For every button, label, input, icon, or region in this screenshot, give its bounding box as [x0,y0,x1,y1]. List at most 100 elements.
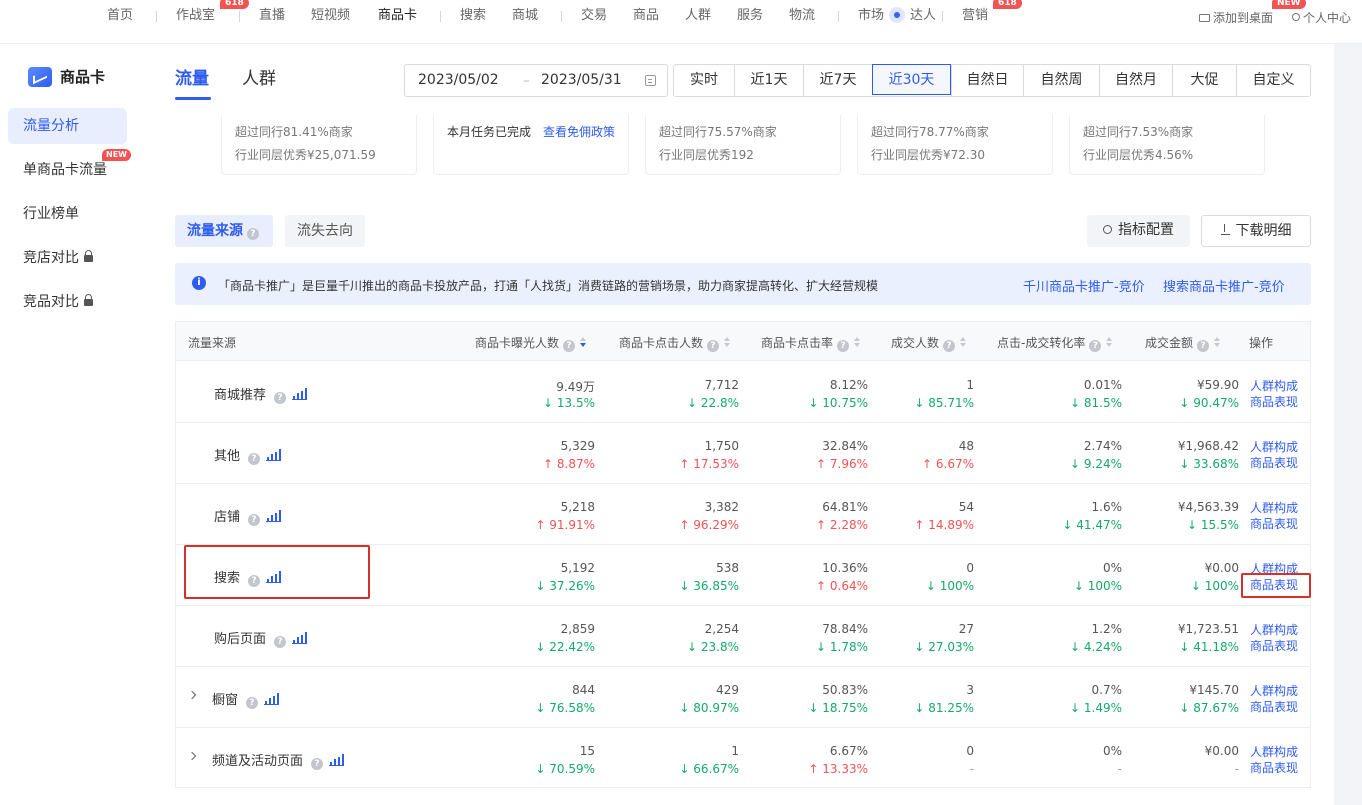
period-selector: 实时 近1天 近7天 近30天 自然日 自然周 自然月 大促 自定义 [673,64,1311,97]
trend-chart-icon[interactable] [292,632,308,644]
period-1day[interactable]: 近1天 [734,65,803,96]
nav-item-market[interactable]: 市场 [858,8,884,24]
help-icon[interactable]: ? [1089,340,1102,352]
sort-icon[interactable] [580,337,587,348]
download-button[interactable]: 下载明细 [1201,215,1311,247]
audience-composition-link[interactable]: 人群构成 [1250,682,1298,699]
subtab-traffic-loss[interactable]: 流失去向 [285,215,365,247]
product-performance-link[interactable]: 商品表现 [1250,454,1298,471]
table-row: 商城推荐? 9.49万 ↓ 13.5% 7,712 ↓ 22.8% 8.12% ↓ 10.7… [176,362,1310,423]
qianchuan-promo-link[interactable]: 千川商品卡推广-竞价 [1023,276,1145,295]
period-promotion[interactable]: 大促 [1172,65,1236,96]
change-value: 100% [1087,579,1122,593]
trend-chart-icon[interactable] [264,693,280,705]
nav-item-home[interactable]: 首页 [107,8,133,24]
audience-composition-link[interactable]: 人群构成 [1250,743,1298,760]
product-performance-link[interactable]: 商品表现 [1250,759,1298,776]
product-performance-link[interactable]: 商品表现 [1250,698,1298,715]
sidebar-item-traffic-analysis[interactable]: 流量分析 [8,108,127,144]
arrow-down-icon: ↓ [914,396,929,410]
audience-composition-link[interactable]: 人群构成 [1250,499,1298,516]
nav-item-goods[interactable]: 商品 [633,8,659,24]
nav-item-logistics[interactable]: 物流 [789,8,815,24]
help-icon[interactable]: ? [248,514,261,526]
col-clicks[interactable]: 商品卡点击人数? [619,334,731,352]
scrollbar-track[interactable] [1334,44,1362,805]
audience-composition-link[interactable]: 人群构成 [1250,377,1298,394]
help-icon[interactable]: ? [274,392,287,404]
period-custom[interactable]: 自定义 [1236,65,1310,96]
col-exposure[interactable]: 商品卡曝光人数? [475,334,587,352]
nav-item-trade[interactable]: 交易 [581,8,607,24]
subtab-traffic-source[interactable]: 流量来源? [175,215,273,247]
period-realtime[interactable]: 实时 [674,65,734,96]
date-end: 2023/05/31 [541,72,622,88]
period-30day[interactable]: 近30天 [872,64,951,95]
sort-icon[interactable] [1106,337,1113,348]
help-icon[interactable]: ? [246,697,259,709]
sidebar-item-competitor-store[interactable]: 竞店对比 [8,240,127,276]
nav-item-product-card[interactable]: 商品卡 [378,8,417,24]
help-icon[interactable]: ? [707,340,720,352]
sidebar-item-competitor-product[interactable]: 竞品对比 [8,284,127,320]
help-icon[interactable]: ? [311,758,324,770]
help-icon[interactable]: ? [837,340,850,352]
col-label: 点击-成交转化率 [997,336,1086,350]
col-ctr[interactable]: 商品卡点击率? [761,334,861,352]
nav-item-marketing[interactable]: 营销 [962,8,988,24]
user-center-link[interactable]: 个人中心 [1292,9,1351,26]
nav-item-live[interactable]: 直播 [259,8,285,24]
commission-policy-link[interactable]: 查看免佣政策 [543,125,615,139]
trend-chart-icon[interactable] [329,754,345,766]
search-promo-link[interactable]: 搜索商品卡推广-竞价 [1163,276,1285,295]
metric-value: 1 [966,378,974,392]
sort-icon[interactable] [960,337,967,348]
metric-value: 48 [958,439,974,453]
help-icon[interactable]: ? [943,340,956,352]
nav-item-service[interactable]: 服务 [737,8,763,24]
product-performance-link[interactable]: 商品表现 [1250,637,1298,654]
period-7day[interactable]: 近7天 [803,65,872,96]
period-natural-month[interactable]: 自然月 [1099,65,1172,96]
nav-item-short-video[interactable]: 短视频 [311,8,350,24]
expand-chevron-icon[interactable] [187,751,197,761]
col-buyers[interactable]: 成交人数? [891,334,967,352]
metric-value: 9.49万 [556,380,595,394]
expand-chevron-icon[interactable] [187,690,197,700]
audience-composition-link[interactable]: 人群构成 [1250,621,1298,638]
period-natural-week[interactable]: 自然周 [1023,65,1099,96]
nav-item-audience[interactable]: 人群 [685,8,711,24]
nav-item-search[interactable]: 搜索 [460,8,486,24]
audience-composition-link[interactable]: 人群构成 [1250,438,1298,455]
nav-item-mall[interactable]: 商城 [512,8,538,24]
product-performance-link[interactable]: 商品表现 [1250,393,1298,410]
nav-separator [239,11,240,22]
nav-item-war-room[interactable]: 作战室 [176,8,215,24]
tab-traffic[interactable]: 流量 [175,64,209,89]
tab-audience[interactable]: 人群 [242,64,276,89]
change-value: 91.91% [549,518,595,532]
trend-chart-icon[interactable] [266,510,282,522]
col-gmv[interactable]: 成交金额? [1145,334,1221,352]
add-to-desktop-link[interactable]: 添加到桌面 [1199,9,1273,26]
trend-chart-icon[interactable] [292,388,308,400]
help-icon[interactable]: ? [1197,340,1210,352]
card-rank-text: 超过同行75.57%商家 [659,125,777,139]
sort-icon[interactable] [854,337,861,348]
date-range-picker[interactable]: 2023/05/02 – 2023/05/31 [404,64,668,97]
trend-chart-icon[interactable] [266,449,282,461]
product-performance-link[interactable]: 商品表现 [1250,515,1298,532]
metric-config-button[interactable]: 指标配置 [1087,215,1190,247]
help-icon[interactable]: ? [248,453,261,465]
help-icon[interactable]: ? [274,636,287,648]
nav-separator [942,11,943,22]
help-icon[interactable]: ? [247,228,259,240]
card-rank-text: 超过同行81.41%商家 [235,125,353,139]
sidebar-item-industry-ranking[interactable]: 行业榜单 [8,196,127,232]
sort-icon[interactable] [724,337,731,348]
col-conversion[interactable]: 点击-成交转化率? [997,334,1113,352]
period-natural-day[interactable]: 自然日 [951,65,1023,96]
nav-item-influencer[interactable]: 达人 [910,8,936,24]
sort-icon[interactable] [1214,337,1221,348]
help-icon[interactable]: ? [563,340,576,352]
